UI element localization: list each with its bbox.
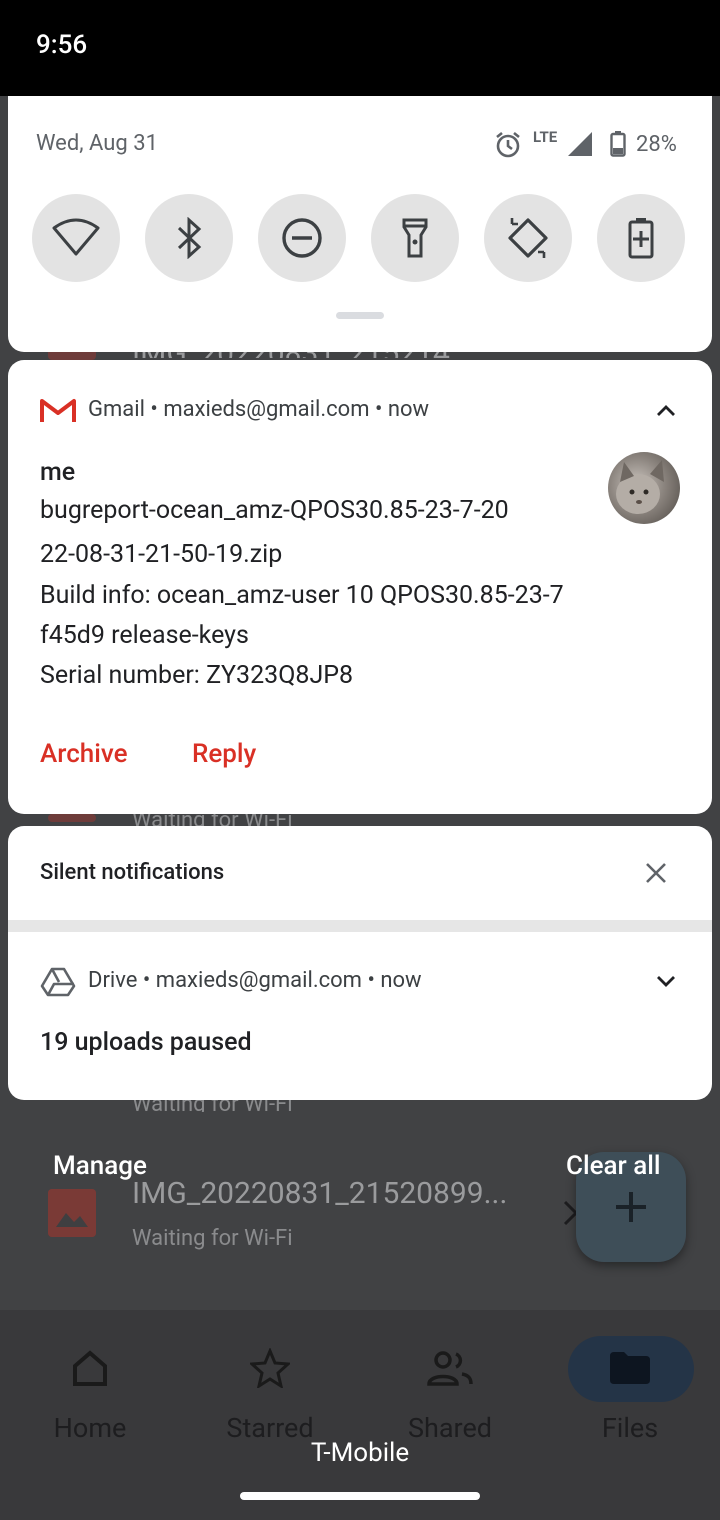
wifi-tile[interactable] [32, 194, 120, 282]
home-indicator[interactable] [240, 1492, 480, 1500]
archive-button[interactable]: Archive [40, 739, 128, 769]
nav-shared[interactable]: Shared [360, 1340, 540, 1450]
message-line: bugreport-ocean_amz-QPOS30.85-23-7-20 [40, 496, 509, 525]
message-line: 22-08-31-21-50-19.zip [40, 540, 283, 569]
gmail-icon [40, 397, 76, 427]
notification-time: now [387, 397, 430, 422]
qs-drag-handle[interactable] [336, 312, 384, 319]
nav-files[interactable]: Files [540, 1340, 720, 1450]
do-not-disturb-tile[interactable] [258, 194, 346, 282]
carrier-label: T-Mobile [310, 1438, 410, 1468]
drive-notification-card[interactable] [8, 932, 712, 1100]
alarm-icon [494, 131, 522, 163]
battery-percent: 28% [636, 132, 677, 157]
status-bar [0, 0, 720, 96]
app-name: Gmail [88, 397, 145, 422]
file-row-title[interactable]: IMG_20220831_21520899... [132, 1176, 507, 1211]
notification-header: Drive • maxieds@gmail.com • now [88, 968, 422, 993]
star-icon [250, 1348, 290, 1388]
file-row-subtitle: Waiting for Wi-Fi [132, 1226, 293, 1251]
file-thumbnail [48, 814, 96, 822]
account-name: maxieds@gmail.com [163, 397, 370, 422]
battery-saver-icon [628, 218, 654, 259]
account-name: maxieds@gmail.com [155, 968, 362, 993]
message-line: f45d9 release-keys [40, 621, 249, 650]
chevron-down-icon[interactable] [652, 972, 680, 994]
do-not-disturb-icon [282, 218, 322, 258]
flashlight-tile[interactable] [371, 194, 459, 282]
auto-rotate-tile[interactable] [484, 194, 572, 282]
sender-avatar [608, 452, 680, 524]
status-clock: 9:56 [36, 30, 88, 60]
image-file-icon [48, 1189, 96, 1237]
close-icon[interactable] [643, 860, 669, 890]
message-line: Serial number: ZY323Q8JP8 [40, 661, 354, 690]
nav-starred[interactable]: Starred [180, 1340, 360, 1450]
silent-notifications-title: Silent notifications [40, 860, 225, 885]
nav-home[interactable]: Home [0, 1340, 180, 1450]
notification-time: now [380, 968, 422, 993]
manage-button[interactable]: Manage [53, 1151, 147, 1181]
qs-date[interactable]: Wed, Aug 31 [36, 131, 158, 156]
reply-button[interactable]: Reply [192, 739, 256, 769]
flashlight-icon [402, 218, 428, 258]
network-type: LTE [533, 128, 558, 146]
drive-message: 19 uploads paused [40, 1028, 252, 1057]
home-icon [73, 1350, 107, 1386]
section-divider [8, 920, 712, 932]
folder-icon [610, 1352, 650, 1384]
bluetooth-icon [177, 217, 202, 259]
people-icon [427, 1351, 473, 1386]
chevron-up-icon[interactable] [652, 402, 680, 424]
sender-name: me [40, 458, 76, 487]
battery-icon [610, 131, 626, 161]
bluetooth-tile[interactable] [145, 194, 233, 282]
message-line: Build info: ocean_amz-user 10 QPOS30.85-… [40, 581, 564, 610]
wifi-icon [52, 218, 100, 256]
drive-icon [40, 966, 76, 1002]
app-name: Drive [88, 968, 138, 993]
cell-signal-icon [566, 132, 594, 162]
clear-all-button[interactable]: Clear all [566, 1151, 660, 1181]
auto-rotate-icon [508, 218, 548, 258]
notification-header: Gmail • maxieds@gmail.com • now [88, 397, 430, 422]
battery-saver-tile[interactable] [597, 194, 685, 282]
